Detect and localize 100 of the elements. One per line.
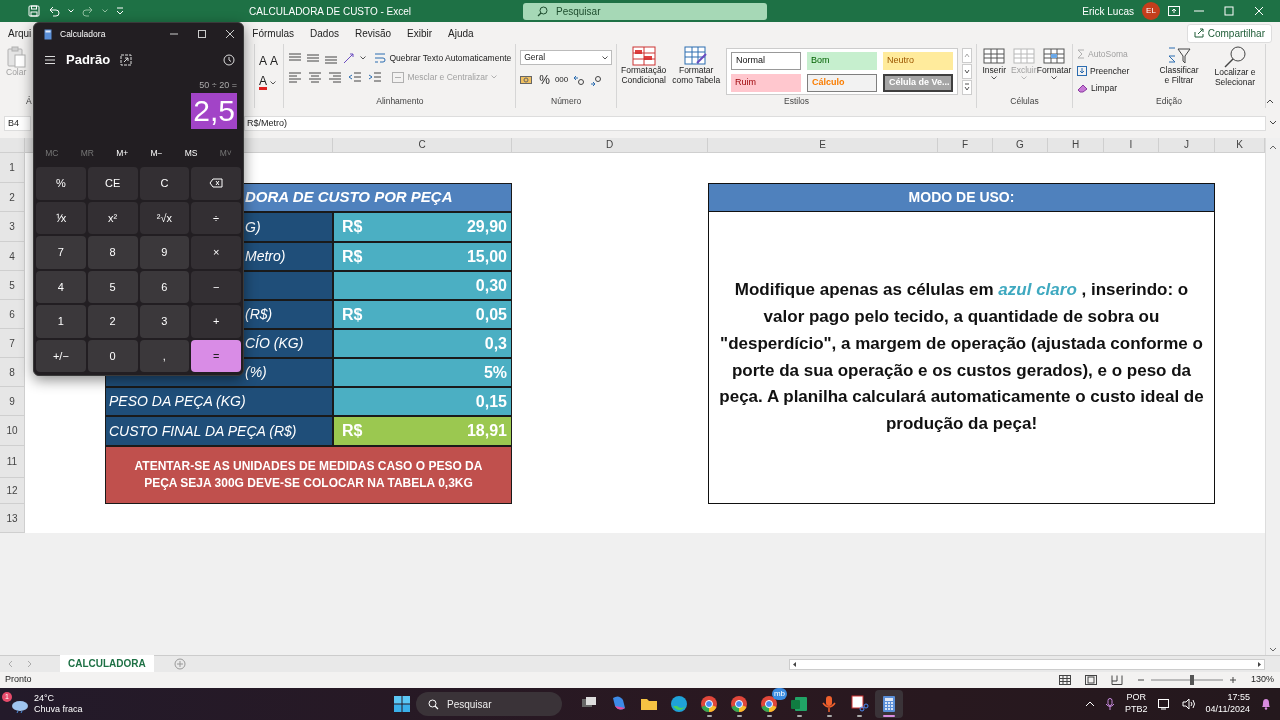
network-icon[interactable] [1157,698,1172,710]
clock-time[interactable]: 17:55 [1205,692,1250,704]
row-header[interactable]: 12 [0,478,25,504]
zoom-in-icon[interactable] [1228,676,1237,684]
table-format-icon[interactable] [684,46,709,66]
search-icon[interactable] [1223,46,1247,68]
orientation-icon[interactable] [342,52,357,65]
column-header[interactable]: F [938,138,993,153]
save-icon[interactable] [28,5,40,17]
calculator-key[interactable]: 8 [87,236,138,269]
calculator-key[interactable]: 9 [139,236,190,269]
column-header[interactable]: G [993,138,1048,153]
microphone-icon[interactable] [1105,698,1116,710]
delete-cells-icon[interactable] [1011,46,1036,66]
column-header[interactable]: H [1048,138,1104,153]
start-icon[interactable] [394,696,410,712]
backspace-button[interactable] [191,167,241,200]
language[interactable]: POR [1125,692,1148,704]
calculator-key[interactable]: 4 [36,270,86,303]
decrease-decimal-icon[interactable] [590,74,603,86]
increase-decimal-icon[interactable] [573,74,586,86]
column-header[interactable]: C [333,138,512,153]
cell-style-option[interactable]: Neutro [883,52,953,70]
conditional-format-button[interactable]: Formatação Condicional [621,66,667,86]
collapse-ribbon-icon[interactable] [1266,98,1274,104]
cells-button[interactable]: Formatar [1036,66,1072,76]
calculator-key[interactable]: + [191,305,241,338]
calculator-key[interactable]: C [139,167,190,200]
zoom-level[interactable]: 130% [1250,673,1280,687]
close-icon[interactable] [225,29,235,39]
search-field[interactable]: Pesquisar [416,692,562,716]
find-select-button[interactable]: Localizar e Selecionar [1209,68,1261,88]
memory-button[interactable]: MS [184,146,198,160]
page-layout-icon[interactable] [1084,675,1097,685]
wrap-text-button[interactable]: Quebrar Texto Automaticamente [374,52,512,65]
row-header[interactable]: 11 [0,446,25,478]
ribbon-tab[interactable]: Arqui [8,25,32,41]
row-header[interactable]: 3 [0,212,25,242]
column-header[interactable]: K [1215,138,1265,153]
ribbon-tab[interactable]: Fórmulas [252,25,295,41]
redo-icon[interactable] [82,5,94,17]
more-styles-icon[interactable] [962,80,972,95]
user-avatar[interactable]: EL [1142,2,1160,20]
calculator-key[interactable]: ²√x [139,201,190,234]
format-table-button[interactable]: Formatar como Tabela [670,66,722,86]
volume-icon[interactable] [1181,698,1196,710]
menu-icon[interactable] [44,55,56,65]
calculator-key[interactable]: +/− [36,339,86,372]
conditional-format-icon[interactable] [631,46,656,66]
caret-icon[interactable] [360,56,367,61]
row-header[interactable]: 7 [0,329,25,358]
cell-style-option[interactable]: Normal [731,52,801,70]
cell-style-option[interactable]: Bom [807,52,877,70]
insert-cells-icon[interactable] [982,46,1007,66]
row-header[interactable]: 6 [0,300,25,329]
caret-icon[interactable] [602,55,608,60]
cell-style-option[interactable]: Ruim [731,74,801,92]
share-button[interactable]: Compartilhar [1186,23,1272,43]
maximize-icon[interactable] [197,29,207,39]
calculator-key[interactable]: 2 [87,305,138,338]
currency-icon[interactable] [520,74,535,86]
chevron-up-icon[interactable] [1085,700,1096,708]
notification-bell-icon[interactable] [1260,698,1272,710]
memory-button[interactable]: M− [150,146,163,160]
row-header[interactable]: 9 [0,387,25,416]
zoom-slider[interactable] [1190,675,1194,685]
calculator-key[interactable]: × [191,236,241,269]
calculator-key[interactable]: 7 [36,236,86,269]
calculator-key[interactable]: 5 [87,270,138,303]
calculator-key[interactable]: ÷ [191,201,241,234]
clock-date[interactable]: 04/11/2024 [1205,704,1250,716]
name-box[interactable]: B4 [4,115,31,131]
row-header[interactable]: 5 [0,271,25,300]
sort-filter-button[interactable]: Classificar e Filtrar [1157,66,1201,86]
formula-field[interactable]: R$/Metro) [244,115,1266,131]
column-header[interactable]: E [708,138,938,153]
calculator-key[interactable]: x² [87,201,138,234]
calculator-key[interactable]: CE [87,167,138,200]
clear-button[interactable]: Limpar [1077,81,1149,95]
calculator-key[interactable]: ⅟x [36,201,86,234]
ribbon-tab[interactable]: Revisão [354,25,392,41]
font-grow-button[interactable]: A [259,52,267,70]
memory-button[interactable]: M+ [116,146,129,160]
row-header[interactable]: 4 [0,242,25,271]
scroll-down-icon[interactable] [962,64,972,79]
fill-button[interactable]: Preencher [1077,64,1149,78]
calculator-key[interactable]: 3 [139,305,190,338]
undo-icon[interactable] [48,5,60,17]
font-shrink-button[interactable]: A [270,52,278,70]
caret-icon[interactable] [1051,75,1057,80]
row-header[interactable]: 13 [0,504,25,533]
normal-view-icon[interactable] [1058,675,1071,685]
keyboard-layout[interactable]: PTB2 [1125,704,1148,716]
thousands-button[interactable]: 000 [554,74,569,86]
calculator-key[interactable]: = [191,339,241,372]
percent-button[interactable]: % [539,71,550,89]
column-header[interactable]: D [512,138,708,153]
decrease-indent-icon[interactable] [348,71,363,84]
font-color-button[interactable]: A [259,76,267,90]
caret-icon[interactable] [270,81,276,85]
